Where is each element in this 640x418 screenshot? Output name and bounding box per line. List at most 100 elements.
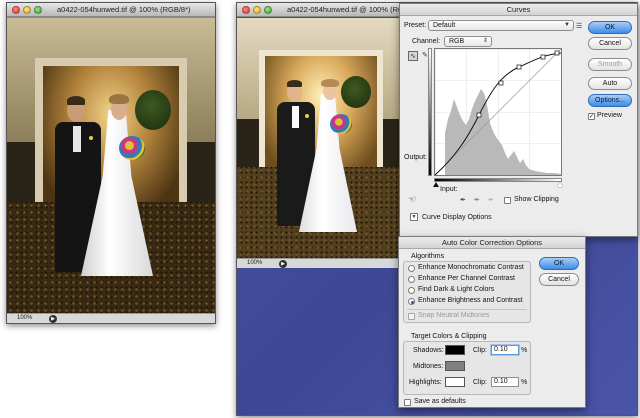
groom-hair bbox=[67, 96, 85, 105]
preview-checkbox[interactable]: ✓ bbox=[588, 113, 595, 120]
curve-point[interactable] bbox=[498, 80, 504, 86]
save-defaults-checkbox[interactable] bbox=[404, 399, 411, 406]
document-titlebar[interactable]: a0422-054hunwed.tif @ 100% (RGB/8*) bbox=[7, 3, 215, 17]
auto-color-ok-button[interactable]: OK bbox=[539, 257, 579, 270]
channel-select[interactable]: RGB ⇕ bbox=[444, 36, 492, 47]
close-window-icon[interactable] bbox=[242, 6, 250, 14]
midtones-label: Midtones: bbox=[413, 363, 444, 370]
curve-point-tool-icon[interactable]: ∿ bbox=[408, 51, 418, 61]
snap-neutral-label: Snap Neutral Midtones bbox=[418, 312, 490, 319]
close-window-icon[interactable] bbox=[12, 6, 20, 14]
minimize-window-icon[interactable] bbox=[253, 6, 261, 14]
highlights-label: Highlights: bbox=[409, 379, 442, 386]
curve-point[interactable] bbox=[476, 112, 482, 118]
curves-graph[interactable] bbox=[434, 48, 562, 176]
status-menu-icon[interactable]: ▶ bbox=[279, 260, 287, 268]
status-menu-icon[interactable]: ▶ bbox=[49, 315, 57, 323]
zoom-level[interactable]: 100% bbox=[17, 315, 32, 321]
preset-value: Default bbox=[433, 22, 456, 29]
options-button[interactable]: Options... bbox=[588, 94, 632, 107]
preset-options-icon[interactable]: ☰ bbox=[576, 22, 582, 30]
algorithms-divider bbox=[407, 309, 527, 310]
snap-neutral-checkbox[interactable] bbox=[408, 313, 415, 320]
auto-color-dialog-title: Auto Color Correction Options bbox=[399, 237, 585, 249]
curve-point[interactable] bbox=[516, 64, 522, 70]
smooth-button[interactable]: Smooth bbox=[588, 58, 632, 71]
input-gradient-bar bbox=[434, 178, 562, 182]
highlights-clip-label: Clip: bbox=[473, 379, 488, 386]
zoom-window-icon[interactable] bbox=[34, 6, 42, 14]
document-window-left: a0422-054hunwed.tif @ 100% (RGB/8*) 100%… bbox=[6, 2, 216, 324]
show-clipping-label: Show Clipping bbox=[514, 196, 559, 203]
boutonniere bbox=[305, 114, 309, 118]
document-statusbar: 100% ▶ bbox=[7, 313, 215, 323]
black-eyedropper-icon[interactable]: ✒ bbox=[460, 196, 466, 204]
auto-color-cancel-button[interactable]: Cancel bbox=[539, 273, 579, 286]
curves-graph-svg bbox=[434, 48, 562, 176]
wedding-photo-corrected[interactable] bbox=[237, 18, 401, 258]
target-colors-label: Target Colors & Clipping bbox=[411, 333, 487, 340]
algorithm-label-monochromatic: Enhance Monochromatic Contrast bbox=[418, 264, 524, 271]
midtones-swatch[interactable] bbox=[445, 361, 465, 371]
boutonniere bbox=[89, 136, 93, 140]
highlights-clip-input[interactable]: 0.10 bbox=[491, 377, 519, 387]
bouquet bbox=[330, 114, 352, 134]
highlights-percent: % bbox=[521, 379, 528, 386]
chevron-updown-icon: ⇕ bbox=[482, 38, 488, 44]
save-defaults-label: Save as defaults bbox=[414, 398, 466, 405]
groom-shirt bbox=[73, 126, 81, 152]
disclosure-icon[interactable]: ▼ bbox=[410, 213, 418, 221]
bride-hair bbox=[321, 79, 339, 87]
zoom-level[interactable]: 100% bbox=[247, 260, 262, 266]
curves-ok-button[interactable]: OK bbox=[588, 21, 632, 34]
shadows-swatch[interactable] bbox=[445, 345, 465, 355]
show-clipping-checkbox[interactable] bbox=[504, 197, 511, 204]
shadows-percent: % bbox=[521, 347, 528, 354]
algorithm-radio-per-channel[interactable] bbox=[408, 276, 415, 283]
window-controls bbox=[12, 6, 45, 16]
output-gradient-bar bbox=[428, 48, 432, 176]
bouquet bbox=[119, 136, 145, 160]
black-point-slider[interactable] bbox=[433, 182, 439, 187]
wedding-photo[interactable] bbox=[7, 18, 215, 314]
curve-point[interactable] bbox=[540, 54, 546, 60]
highlights-swatch[interactable] bbox=[445, 377, 465, 387]
output-label: Output: bbox=[404, 154, 427, 161]
shadows-clip-label: Clip: bbox=[473, 347, 488, 354]
bride-hair bbox=[109, 94, 129, 104]
algorithms-label: Algorithms bbox=[411, 253, 445, 260]
hand-adjust-icon[interactable]: ☜ bbox=[408, 194, 416, 205]
minimize-window-icon[interactable] bbox=[23, 6, 31, 14]
channel-value: RGB bbox=[449, 38, 465, 45]
white-eyedropper-icon[interactable]: ✒ bbox=[488, 196, 494, 204]
photo-plant bbox=[341, 76, 371, 108]
algorithm-radio-monochromatic[interactable] bbox=[408, 265, 415, 272]
curve-point[interactable] bbox=[554, 50, 560, 56]
curve-display-options-label: Curve Display Options bbox=[422, 214, 492, 221]
algorithm-radio-brightness-contrast[interactable] bbox=[408, 298, 415, 305]
auto-color-dialog: Auto Color Correction Options Algorithms… bbox=[398, 236, 586, 408]
zoom-window-icon[interactable] bbox=[264, 6, 272, 14]
gray-eyedropper-icon[interactable]: ✒ bbox=[474, 196, 480, 204]
curves-dialog-title: Curves bbox=[400, 4, 637, 16]
curves-cancel-button[interactable]: Cancel bbox=[588, 37, 632, 50]
preset-label: Preset: bbox=[404, 22, 427, 29]
algorithm-radio-dark-light[interactable] bbox=[408, 287, 415, 294]
groom-shirt bbox=[292, 106, 299, 128]
algorithm-label-per-channel: Enhance Per Channel Contrast bbox=[418, 275, 515, 282]
channel-label: Channel: bbox=[412, 38, 441, 45]
white-point-slider[interactable] bbox=[557, 182, 563, 187]
preset-select[interactable]: Default ▼ bbox=[428, 20, 574, 31]
window-controls bbox=[242, 6, 275, 16]
pencil-tool-icon[interactable]: ✎ bbox=[422, 51, 428, 59]
document-title: a0422-054hunwed.tif @ 100% (RGB/8*) bbox=[57, 5, 191, 14]
algorithm-label-brightness-contrast: Enhance Brightness and Contrast bbox=[418, 297, 523, 304]
screen: a0422-054hunwed.tif @ 100% (RGB/8*) 100%… bbox=[0, 0, 640, 418]
algorithm-label-dark-light: Find Dark & Light Colors bbox=[418, 286, 495, 293]
auto-button[interactable]: Auto bbox=[588, 77, 632, 90]
groom-hair bbox=[287, 80, 302, 87]
curves-dialog: Curves Preset: Default ▼ ☰ Channel: RGB … bbox=[399, 3, 638, 237]
input-label: Input: bbox=[440, 186, 458, 193]
shadows-clip-input[interactable]: 0.10 bbox=[491, 345, 519, 355]
preview-label: Preview bbox=[597, 112, 622, 119]
